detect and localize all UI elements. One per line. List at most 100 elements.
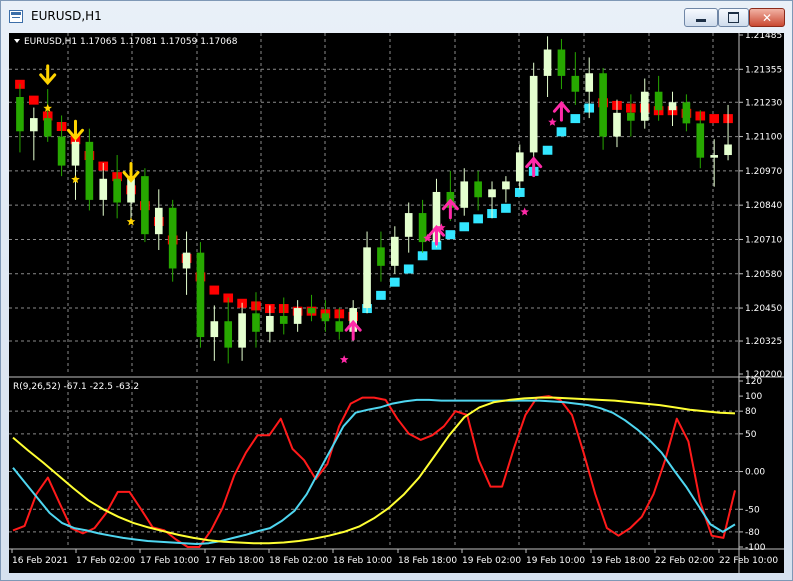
candles-layer bbox=[16, 36, 732, 364]
candle-body bbox=[307, 308, 316, 314]
price-label: 1.20970 bbox=[745, 167, 782, 177]
trend-dot bbox=[473, 214, 483, 224]
candle-body bbox=[474, 181, 482, 198]
price-label: 1.21100 bbox=[745, 133, 782, 143]
collapse-triangle-icon[interactable] bbox=[14, 39, 20, 43]
window-title: EURUSD,H1 bbox=[31, 9, 102, 23]
trend-dot bbox=[501, 203, 511, 213]
time-label: 19 Feb 10:00 bbox=[526, 556, 585, 566]
price-label: 1.21485 bbox=[745, 33, 782, 41]
candle-body bbox=[682, 102, 691, 124]
time-label: 18 Feb 10:00 bbox=[333, 556, 392, 566]
candle-body bbox=[252, 313, 260, 332]
candle-body bbox=[391, 236, 399, 266]
price-label: 1.20580 bbox=[745, 270, 782, 280]
candle-body bbox=[321, 313, 330, 322]
candle-body bbox=[404, 213, 413, 237]
time-label: 17 Feb 18:00 bbox=[205, 556, 264, 566]
candle-body bbox=[488, 189, 496, 198]
trend-dot bbox=[209, 285, 220, 295]
buy-star-icon bbox=[548, 117, 557, 126]
price-scale: 1.21485 1.21355 1.21230 1.21100 1.20970 1.208… bbox=[739, 33, 782, 380]
candle-body bbox=[168, 207, 177, 269]
indicator-lines-layer bbox=[12, 395, 736, 548]
indicator-scale-label: 50 bbox=[745, 430, 757, 440]
candle-body bbox=[502, 181, 510, 190]
price-label: 1.21230 bbox=[745, 98, 782, 108]
candle-body bbox=[710, 155, 718, 158]
candle-body bbox=[30, 118, 38, 132]
indicator-line-yellow bbox=[12, 396, 736, 545]
candle-body bbox=[182, 252, 191, 269]
time-label: 19 Feb 18:00 bbox=[591, 556, 650, 566]
trend-dot bbox=[445, 230, 456, 240]
maximize-icon bbox=[728, 12, 739, 23]
title-bar[interactable]: EURUSD,H1 ✕ bbox=[1, 1, 792, 33]
sell-star-icon bbox=[126, 217, 136, 226]
candle-body bbox=[668, 102, 677, 111]
candle-body bbox=[141, 176, 149, 235]
sell-arrow-icon bbox=[122, 162, 140, 183]
candle-body bbox=[71, 141, 80, 166]
trend-dot bbox=[556, 127, 567, 137]
time-label: 18 Feb 18:00 bbox=[398, 556, 457, 566]
candle-body bbox=[85, 141, 94, 200]
candle-body bbox=[154, 207, 163, 235]
buy-arrow-icon bbox=[344, 319, 362, 341]
indicator-scale-label: -100 bbox=[745, 543, 766, 553]
candle-body bbox=[335, 321, 344, 332]
time-label: 17 Feb 10:00 bbox=[140, 556, 199, 566]
sell-arrow-icon bbox=[39, 64, 57, 86]
chart-window: EURUSD,H1 ✕ EURUSD,H1 1.17065 1.17081 1.… bbox=[0, 0, 793, 581]
indicator-scale-label: 120 bbox=[745, 377, 762, 387]
buy-arrow-icon bbox=[427, 224, 445, 246]
price-label: 1.20325 bbox=[745, 337, 782, 347]
price-label: 1.21355 bbox=[745, 65, 782, 75]
maximize-button[interactable] bbox=[718, 8, 749, 27]
trend-dot bbox=[376, 290, 386, 300]
trend-dot bbox=[542, 145, 553, 155]
indicator-scale-label: 100 bbox=[745, 392, 762, 402]
minimize-button[interactable] bbox=[684, 8, 718, 27]
candle-body bbox=[696, 123, 705, 158]
trend-dot bbox=[390, 277, 400, 287]
sell-arrow-icon bbox=[66, 119, 84, 141]
time-label: 22 Feb 10:00 bbox=[719, 556, 778, 566]
candle-body bbox=[16, 96, 24, 132]
time-label: 19 Feb 02:00 bbox=[462, 556, 521, 566]
chart-canvas[interactable]: EURUSD,H1 1.17065 1.17081 1.17059 1.1706… bbox=[9, 33, 784, 573]
candle-body bbox=[529, 75, 538, 153]
candle-body bbox=[515, 152, 524, 182]
indicator-line-cyan bbox=[12, 398, 736, 545]
candle-body bbox=[279, 315, 288, 324]
minimize-icon bbox=[696, 18, 706, 22]
candle-body bbox=[266, 315, 274, 332]
indicator-scale-label: 80 bbox=[745, 407, 757, 417]
price-label: 1.20710 bbox=[745, 235, 782, 245]
trend-dot bbox=[570, 114, 581, 124]
time-label: 22 Feb 02:00 bbox=[655, 556, 714, 566]
close-button[interactable]: ✕ bbox=[749, 8, 785, 27]
candle-body bbox=[613, 112, 621, 137]
time-scale: 16 Feb 2021 17 Feb 02:00 17 Feb 10:00 17 Fe… bbox=[11, 549, 778, 566]
indicator-scale-label: 0.00 bbox=[745, 468, 765, 478]
chart-window-icon bbox=[9, 10, 23, 23]
candle-body bbox=[724, 144, 732, 156]
indicator-scale-label: -50 bbox=[745, 505, 760, 515]
trend-dot bbox=[29, 95, 39, 105]
symbol-ohlc-label: EURUSD,H1 1.17065 1.17081 1.17059 1.1706… bbox=[24, 37, 238, 47]
chart-area[interactable]: EURUSD,H1 1.17065 1.17081 1.17059 1.1706… bbox=[9, 33, 784, 573]
candle-body bbox=[210, 321, 219, 338]
candle-body bbox=[43, 118, 52, 137]
candle-body bbox=[640, 91, 649, 121]
time-label: 18 Feb 02:00 bbox=[269, 556, 328, 566]
buy-star-icon bbox=[339, 355, 349, 364]
candle-body bbox=[627, 112, 635, 121]
price-label: 1.20840 bbox=[745, 201, 782, 211]
candle-body bbox=[460, 181, 469, 208]
buy-star-icon bbox=[520, 207, 529, 216]
candle-body bbox=[293, 308, 302, 324]
trend-dots-layer bbox=[15, 79, 733, 321]
indicator-line-red bbox=[12, 395, 736, 548]
candle-body bbox=[557, 49, 566, 76]
